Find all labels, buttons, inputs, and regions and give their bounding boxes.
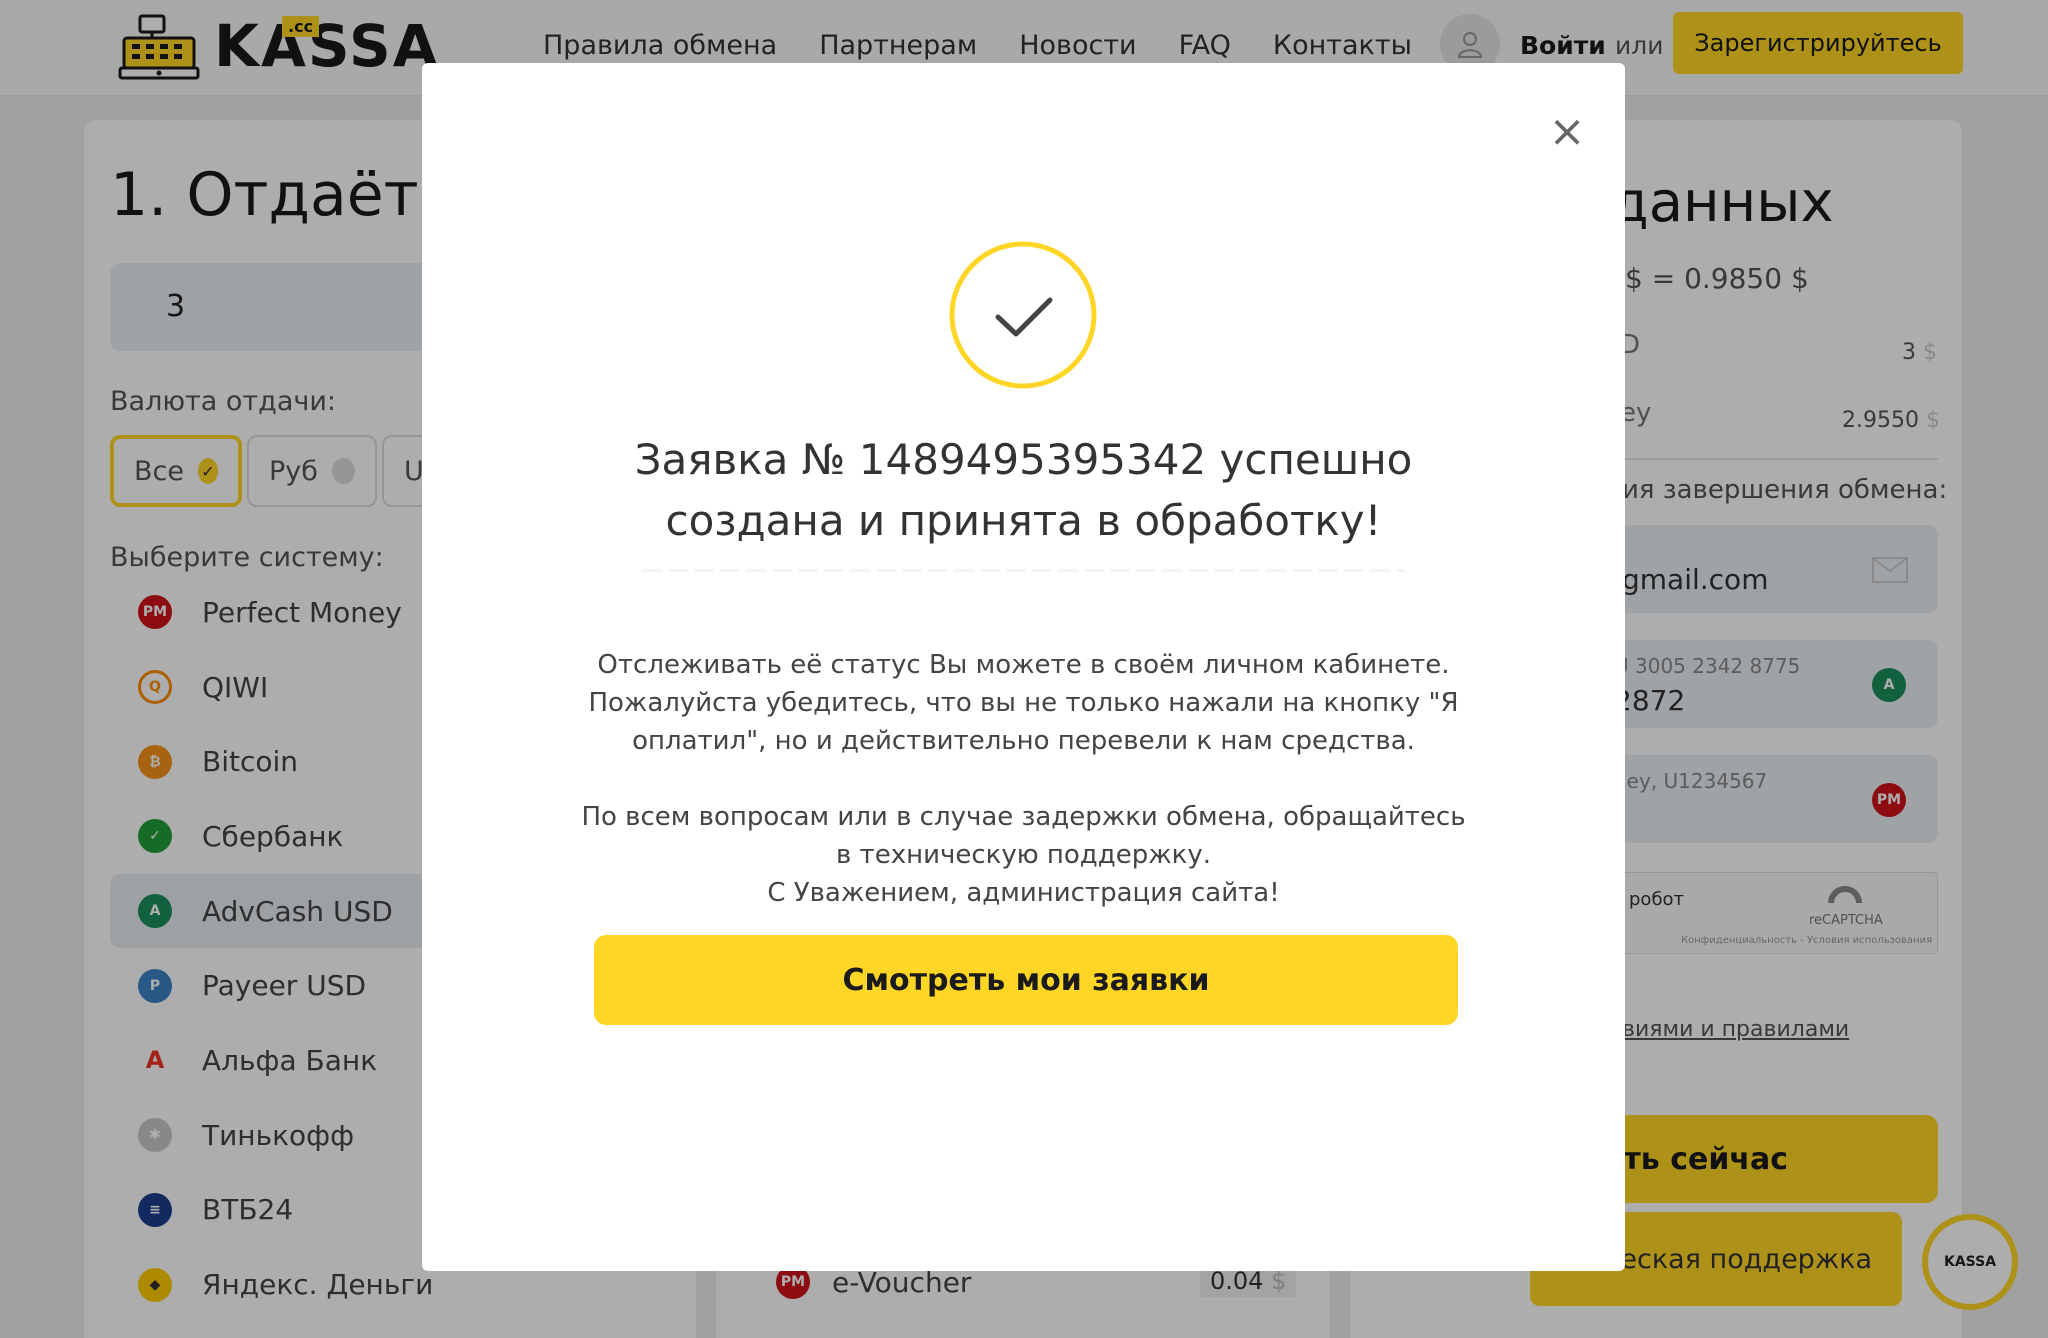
message-line: в техническую поддержку.: [835, 840, 1212, 870]
modal-heading: Заявка № 1489495395342 успешно создана и…: [522, 429, 1525, 551]
heading-line: Заявка № 1489495395342 успешно: [634, 435, 1413, 484]
message-line: По всем вопросам или в случае задержки о…: [581, 802, 1466, 832]
view-my-orders-button[interactable]: Смотреть мои заявки: [594, 935, 1458, 1025]
modal-divider: [642, 569, 1405, 572]
success-check-icon: [949, 241, 1097, 389]
message-line: Отслеживать её статус Вы можете в своём …: [597, 650, 1450, 680]
modal-message: Отслеживать её статус Вы можете в своём …: [572, 646, 1475, 912]
heading-line: создана и принята в обработку!: [665, 496, 1382, 545]
message-line: С Уважением, администрация сайта!: [767, 878, 1280, 908]
success-modal: × Заявка № 1489495395342 успешно создана…: [422, 63, 1625, 1271]
message-line: оплатил", но и действительно перевели к …: [632, 726, 1415, 756]
message-line: Пожалуйста убедитесь, что вы не только н…: [588, 688, 1459, 718]
close-icon[interactable]: ×: [1546, 110, 1588, 154]
